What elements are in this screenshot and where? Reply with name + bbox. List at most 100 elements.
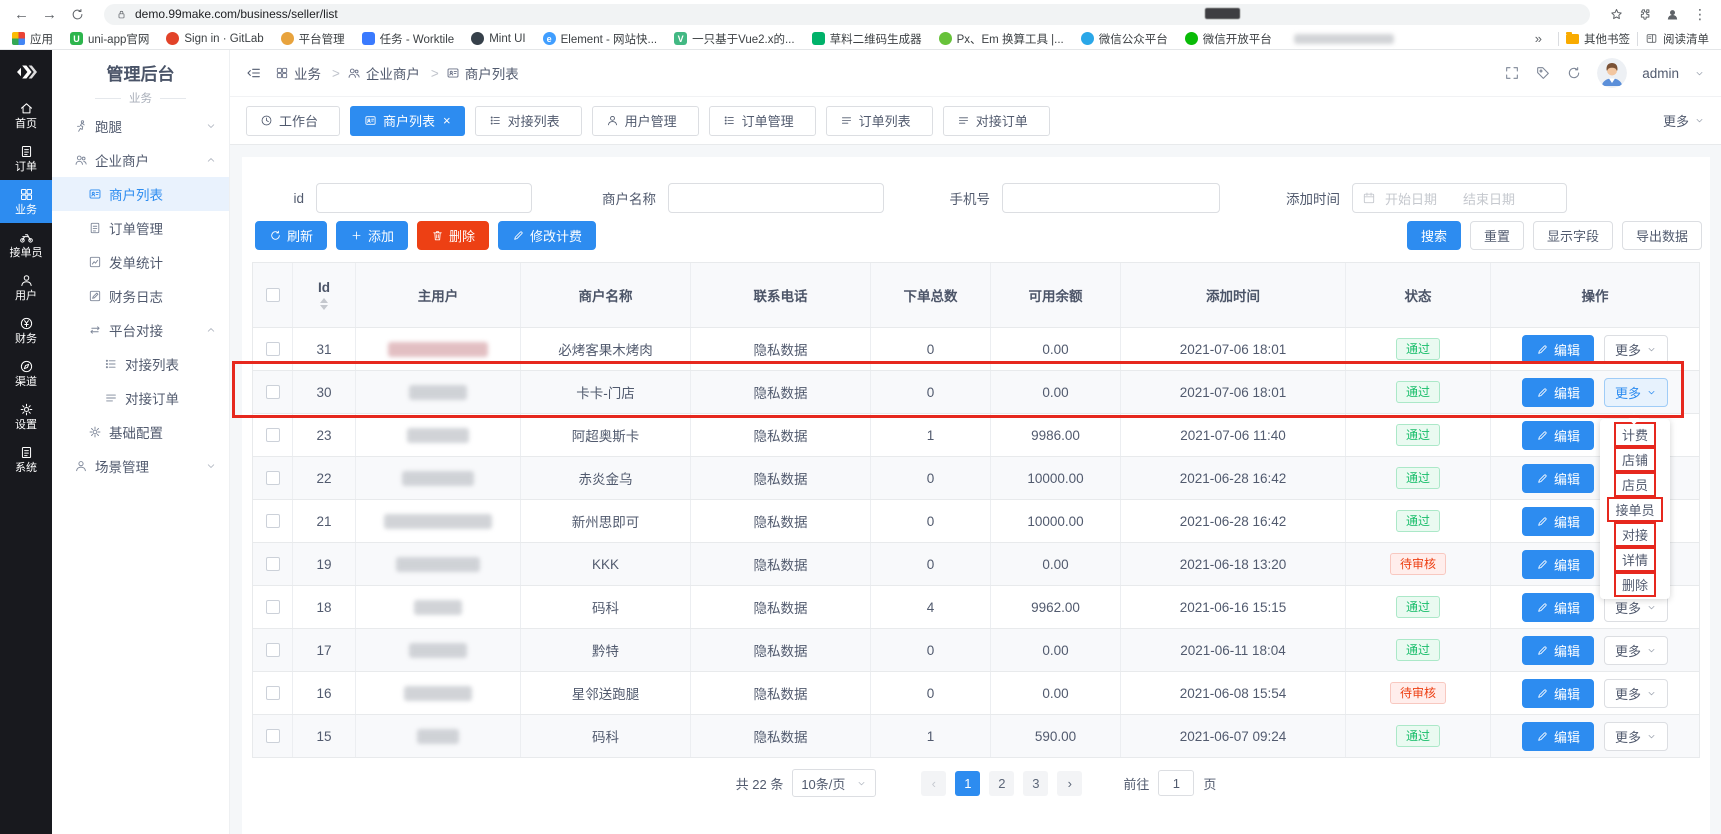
more-button[interactable]: 更多 xyxy=(1604,335,1668,364)
rail-item[interactable]: 系统 xyxy=(0,438,52,481)
search-button[interactable]: 搜索 xyxy=(1407,221,1461,250)
edit-button[interactable]: 编辑 xyxy=(1522,335,1594,364)
bookmarks-overflow-chevron[interactable]: » xyxy=(1535,31,1542,46)
bookmark[interactable]: Sign in · GitLab xyxy=(166,32,263,45)
edit-button[interactable]: 编辑 xyxy=(1522,421,1594,450)
dropdown-item[interactable]: 详情 xyxy=(1600,547,1670,572)
edit-button[interactable]: 编辑 xyxy=(1522,378,1594,407)
row-checkbox[interactable] xyxy=(266,600,280,614)
row-checkbox[interactable] xyxy=(266,471,280,485)
breadcrumb-item[interactable]: 企业商户 > xyxy=(347,63,439,83)
rail-item[interactable]: 订单 xyxy=(0,137,52,180)
dropdown-item[interactable]: 店员 xyxy=(1600,472,1670,497)
tab[interactable]: 商户列表 × xyxy=(350,106,465,136)
prev-page-button[interactable]: ‹ xyxy=(921,771,946,796)
bookmark[interactable]: U uni-app官网 xyxy=(70,31,149,47)
tabs-more-dropdown[interactable]: 更多 xyxy=(1663,111,1705,130)
breadcrumb-item[interactable]: 业务 > xyxy=(275,63,340,83)
bookmark[interactable]: 草料二维码生成器 xyxy=(812,31,922,47)
username[interactable]: admin xyxy=(1642,66,1679,81)
browser-menu-icon[interactable]: ⋮ xyxy=(1693,6,1707,23)
tab[interactable]: 对接订单 xyxy=(943,106,1050,136)
edit-button[interactable]: 编辑 xyxy=(1522,507,1594,536)
row-checkbox[interactable] xyxy=(266,557,280,571)
sidebar-item[interactable]: 平台对接 xyxy=(52,313,229,347)
breadcrumb-item[interactable]: 商户列表 xyxy=(446,63,530,83)
sidebar-item[interactable]: 基础配置 xyxy=(52,415,229,449)
tab[interactable]: 对接列表 xyxy=(475,106,582,136)
bookmark-star-icon[interactable] xyxy=(1609,7,1624,22)
row-checkbox[interactable] xyxy=(266,342,280,356)
id-input[interactable] xyxy=(316,183,532,213)
more-button[interactable]: 更多 xyxy=(1604,722,1668,751)
goto-page-input[interactable] xyxy=(1158,770,1194,796)
row-checkbox[interactable] xyxy=(266,428,280,442)
bookmark[interactable]: V 一只基于Vue2.x的... xyxy=(674,31,794,47)
extensions-icon[interactable] xyxy=(1637,7,1652,22)
dropdown-item[interactable]: 对接 xyxy=(1600,522,1670,547)
sidebar-item[interactable]: 商户列表 xyxy=(52,177,229,211)
dropdown-item[interactable]: 接单员 xyxy=(1600,497,1670,522)
sidebar-item[interactable]: 发单统计 xyxy=(52,245,229,279)
select-all-checkbox[interactable] xyxy=(266,288,280,302)
user-menu-chevron-icon[interactable] xyxy=(1694,68,1705,79)
more-button[interactable]: 更多 xyxy=(1604,636,1668,665)
edit-button[interactable]: 编辑 xyxy=(1522,550,1594,579)
back-icon[interactable]: ← xyxy=(14,7,29,22)
tab[interactable]: 用户管理 xyxy=(592,106,699,136)
sidebar-item[interactable]: 对接列表 xyxy=(52,347,229,381)
sidebar-item[interactable]: 财务日志 xyxy=(52,279,229,313)
edit-button[interactable]: 编辑 xyxy=(1522,636,1594,665)
sidebar-item[interactable]: 对接订单 xyxy=(52,381,229,415)
rail-item[interactable]: 财务 xyxy=(0,309,52,352)
edit-button[interactable]: 编辑 xyxy=(1522,464,1594,493)
rail-item[interactable]: 用户 xyxy=(0,266,52,309)
bookmark[interactable]: 微信公众平台 xyxy=(1081,31,1168,47)
export-button[interactable]: 导出数据 xyxy=(1622,221,1702,250)
edit-button[interactable]: 编辑 xyxy=(1522,679,1594,708)
tab[interactable]: 订单列表 xyxy=(826,106,933,136)
edit-button[interactable]: 编辑 xyxy=(1522,722,1594,751)
edit-button[interactable]: 编辑 xyxy=(1522,593,1594,622)
page-number-button[interactable]: 2 xyxy=(989,771,1014,796)
edit-fee-button[interactable]: 修改计费 xyxy=(498,221,596,250)
rail-item[interactable]: 接单员 xyxy=(0,223,52,266)
address-bar[interactable]: demo.99make.com/business/seller/list xyxy=(104,4,1590,25)
bookmark[interactable]: 任务 - Worktile xyxy=(362,31,455,47)
fullscreen-icon[interactable] xyxy=(1504,65,1520,81)
sidebar-item[interactable]: 跑腿 xyxy=(52,109,229,143)
reload-icon[interactable] xyxy=(70,7,85,22)
rail-item[interactable]: 首页 xyxy=(0,94,52,137)
row-checkbox[interactable] xyxy=(266,643,280,657)
show-fields-button[interactable]: 显示字段 xyxy=(1533,221,1613,250)
page-number-button[interactable]: 3 xyxy=(1023,771,1048,796)
bookmark[interactable]: Px、Em 换算工具 |... xyxy=(939,31,1064,47)
row-checkbox[interactable] xyxy=(266,686,280,700)
page-number-button[interactable]: 1 xyxy=(955,771,980,796)
collapse-sidebar-icon[interactable] xyxy=(246,65,262,81)
bookmark[interactable]: 微信开放平台 xyxy=(1185,31,1272,47)
sort-icon[interactable] xyxy=(320,298,328,310)
more-button[interactable]: 更多 xyxy=(1604,679,1668,708)
refresh-button[interactable]: 刷新 xyxy=(255,221,327,250)
phone-input[interactable] xyxy=(1002,183,1220,213)
bookmark[interactable]: 平台管理 xyxy=(281,31,345,47)
bookmark[interactable]: e Element - 网站快... xyxy=(543,31,658,47)
tab[interactable]: 订单管理 xyxy=(709,106,816,136)
sidebar-item[interactable]: 订单管理 xyxy=(52,211,229,245)
url-text[interactable]: demo.99make.com/business/seller/list xyxy=(135,7,338,21)
add-button[interactable]: 添加 xyxy=(336,221,408,250)
refresh-page-icon[interactable] xyxy=(1566,65,1582,81)
tab[interactable]: 工作台 xyxy=(246,106,340,136)
close-tab-icon[interactable]: × xyxy=(443,113,451,128)
date-range-input[interactable]: 开始日期 结束日期 xyxy=(1352,183,1567,213)
rail-item[interactable]: 设置 xyxy=(0,395,52,438)
bookmark[interactable]: Mint UI xyxy=(471,32,525,45)
forward-icon[interactable]: → xyxy=(42,7,57,22)
other-bookmarks[interactable]: 其他书签 xyxy=(1566,31,1630,47)
column-id[interactable]: Id xyxy=(293,263,356,327)
merchant-name-input[interactable] xyxy=(668,183,884,213)
rail-item[interactable]: 渠道 xyxy=(0,352,52,395)
sidebar-item[interactable]: 企业商户 xyxy=(52,143,229,177)
theme-tag-icon[interactable] xyxy=(1535,65,1551,81)
